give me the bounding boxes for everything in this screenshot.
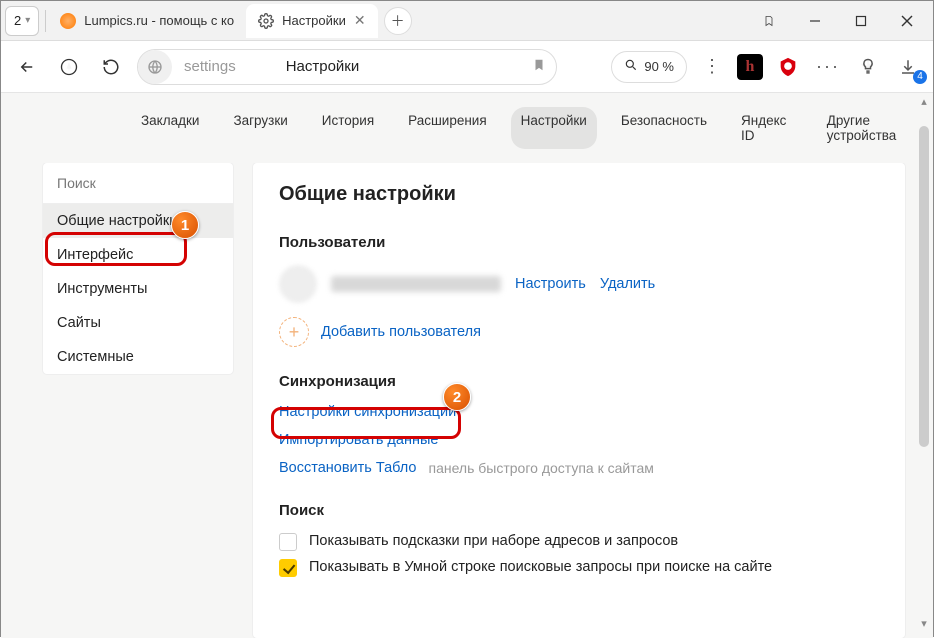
top-tab-bookmarks[interactable]: Закладки — [131, 107, 209, 149]
panel-heading: Общие настройки — [279, 183, 879, 206]
top-tab-history[interactable]: История — [312, 107, 384, 149]
top-tab-settings[interactable]: Настройки — [511, 107, 597, 149]
top-tab-extensions[interactable]: Расширения — [398, 107, 497, 149]
close-icon[interactable]: ✕ — [354, 12, 366, 29]
omnibox[interactable]: settings Настройки — [137, 49, 557, 85]
yandex-home-button[interactable] — [53, 51, 85, 83]
sidebar-item-sites[interactable]: Сайты — [43, 306, 233, 340]
reload-button[interactable] — [95, 51, 127, 83]
close-window-button[interactable] — [885, 3, 929, 39]
site-info-icon[interactable] — [138, 50, 172, 84]
checkbox-unchecked[interactable] — [279, 533, 297, 551]
option-smartline[interactable]: Показывать в Умной строке поисковые запр… — [279, 559, 879, 577]
configure-user-link[interactable]: Настроить — [515, 276, 586, 292]
gear-icon — [258, 13, 274, 29]
omnibox-page-title: Настройки — [286, 58, 360, 75]
sidebar-panel-icon[interactable] — [853, 52, 883, 82]
overflow-icon[interactable]: ··· — [813, 52, 843, 82]
plus-icon: + — [279, 317, 309, 347]
extension-adblock-icon[interactable] — [773, 52, 803, 82]
download-count-badge: 4 — [913, 70, 927, 84]
scrollbar-thumb[interactable] — [919, 126, 929, 447]
sync-settings-link[interactable]: Настройки синхронизации — [279, 404, 879, 420]
content-area: Закладки Загрузки История Расширения Нас… — [1, 93, 933, 638]
bookmark-star-icon[interactable] — [747, 3, 791, 39]
omnibox-address: settings — [184, 58, 236, 75]
minimize-button[interactable] — [793, 3, 837, 39]
restore-tablo-link[interactable]: Восстановить Табло — [279, 460, 417, 476]
sidebar-item-system[interactable]: Системные — [43, 340, 233, 374]
user-row: Настроить Удалить — [279, 265, 879, 303]
settings-panel: Общие настройки Пользователи Настроить У… — [253, 163, 905, 638]
option-suggestions[interactable]: Показывать подсказки при наборе адресов … — [279, 533, 879, 551]
search-heading: Поиск — [279, 502, 879, 519]
tab-label: Настройки — [282, 13, 346, 28]
option-label: Показывать в Умной строке поисковые запр… — [309, 559, 772, 575]
menu-more-icon[interactable]: ⋮ — [697, 52, 727, 82]
scroll-down-icon[interactable]: ▾ — [921, 617, 927, 630]
delete-user-link[interactable]: Удалить — [600, 276, 655, 292]
orange-favicon — [60, 13, 76, 29]
scrollbar[interactable]: ▴ ▾ — [917, 95, 931, 630]
zoom-chip[interactable]: 90 % — [611, 51, 687, 83]
top-tab-security[interactable]: Безопасность — [611, 107, 717, 149]
settings-top-tabs: Закладки Загрузки История Расширения Нас… — [1, 93, 933, 163]
user-name-blurred — [331, 276, 501, 292]
scroll-up-icon[interactable]: ▴ — [921, 95, 927, 108]
add-user-link[interactable]: Добавить пользователя — [321, 324, 481, 340]
settings-sidebar: Поиск Общие настройки Интерфейс Инструме… — [43, 163, 233, 374]
tab-label: Lumpics.ru - помощь с ко — [84, 13, 234, 28]
navigation-bar: settings Настройки 90 % ⋮ h ··· 4 — [1, 41, 933, 93]
tab-group-badge[interactable]: 2 ▾ — [5, 6, 39, 36]
annotation-badge-2: 2 — [443, 383, 471, 411]
back-button[interactable] — [11, 51, 43, 83]
tab-settings[interactable]: Настройки ✕ — [246, 4, 377, 38]
tab-group-count: 2 — [14, 13, 21, 28]
sidebar-search-placeholder: Поиск — [57, 175, 96, 191]
titlebar: 2 ▾ Lumpics.ru - помощь с ко Настройки ✕… — [1, 1, 933, 41]
checkbox-checked[interactable] — [279, 559, 297, 577]
sidebar-item-tools[interactable]: Инструменты — [43, 272, 233, 306]
option-label: Показывать подсказки при наборе адресов … — [309, 533, 678, 549]
chevron-down-icon: ▾ — [25, 15, 30, 26]
import-data-link[interactable]: Импортировать данные — [279, 432, 879, 448]
users-heading: Пользователи — [279, 234, 879, 251]
annotation-badge-1: 1 — [171, 211, 199, 239]
tab-separator — [45, 10, 46, 32]
avatar — [279, 265, 317, 303]
tab-lumpics[interactable]: Lumpics.ru - помощь с ко — [48, 4, 246, 38]
sidebar-search[interactable]: Поиск — [43, 163, 233, 204]
add-user-row[interactable]: + Добавить пользователя — [279, 317, 879, 347]
restore-tablo-hint: панель быстрого доступа к сайтам — [429, 460, 654, 476]
zoom-value: 90 % — [644, 59, 674, 74]
sidebar-item-interface[interactable]: Интерфейс — [43, 238, 233, 272]
extension-h-icon[interactable]: h — [737, 54, 763, 80]
downloads-button[interactable]: 4 — [893, 52, 923, 82]
top-tab-downloads[interactable]: Загрузки — [223, 107, 297, 149]
sidebar-item-general[interactable]: Общие настройки — [43, 204, 233, 238]
magnifier-icon — [624, 58, 638, 75]
top-tab-other-devices[interactable]: Другие устройства — [817, 107, 933, 149]
bookmark-icon[interactable] — [532, 58, 546, 75]
top-tab-yandex-id[interactable]: Яндекс ID — [731, 107, 803, 149]
new-tab-button[interactable]: ＋ — [384, 7, 412, 35]
maximize-button[interactable] — [839, 3, 883, 39]
sync-heading: Синхронизация — [279, 373, 879, 390]
